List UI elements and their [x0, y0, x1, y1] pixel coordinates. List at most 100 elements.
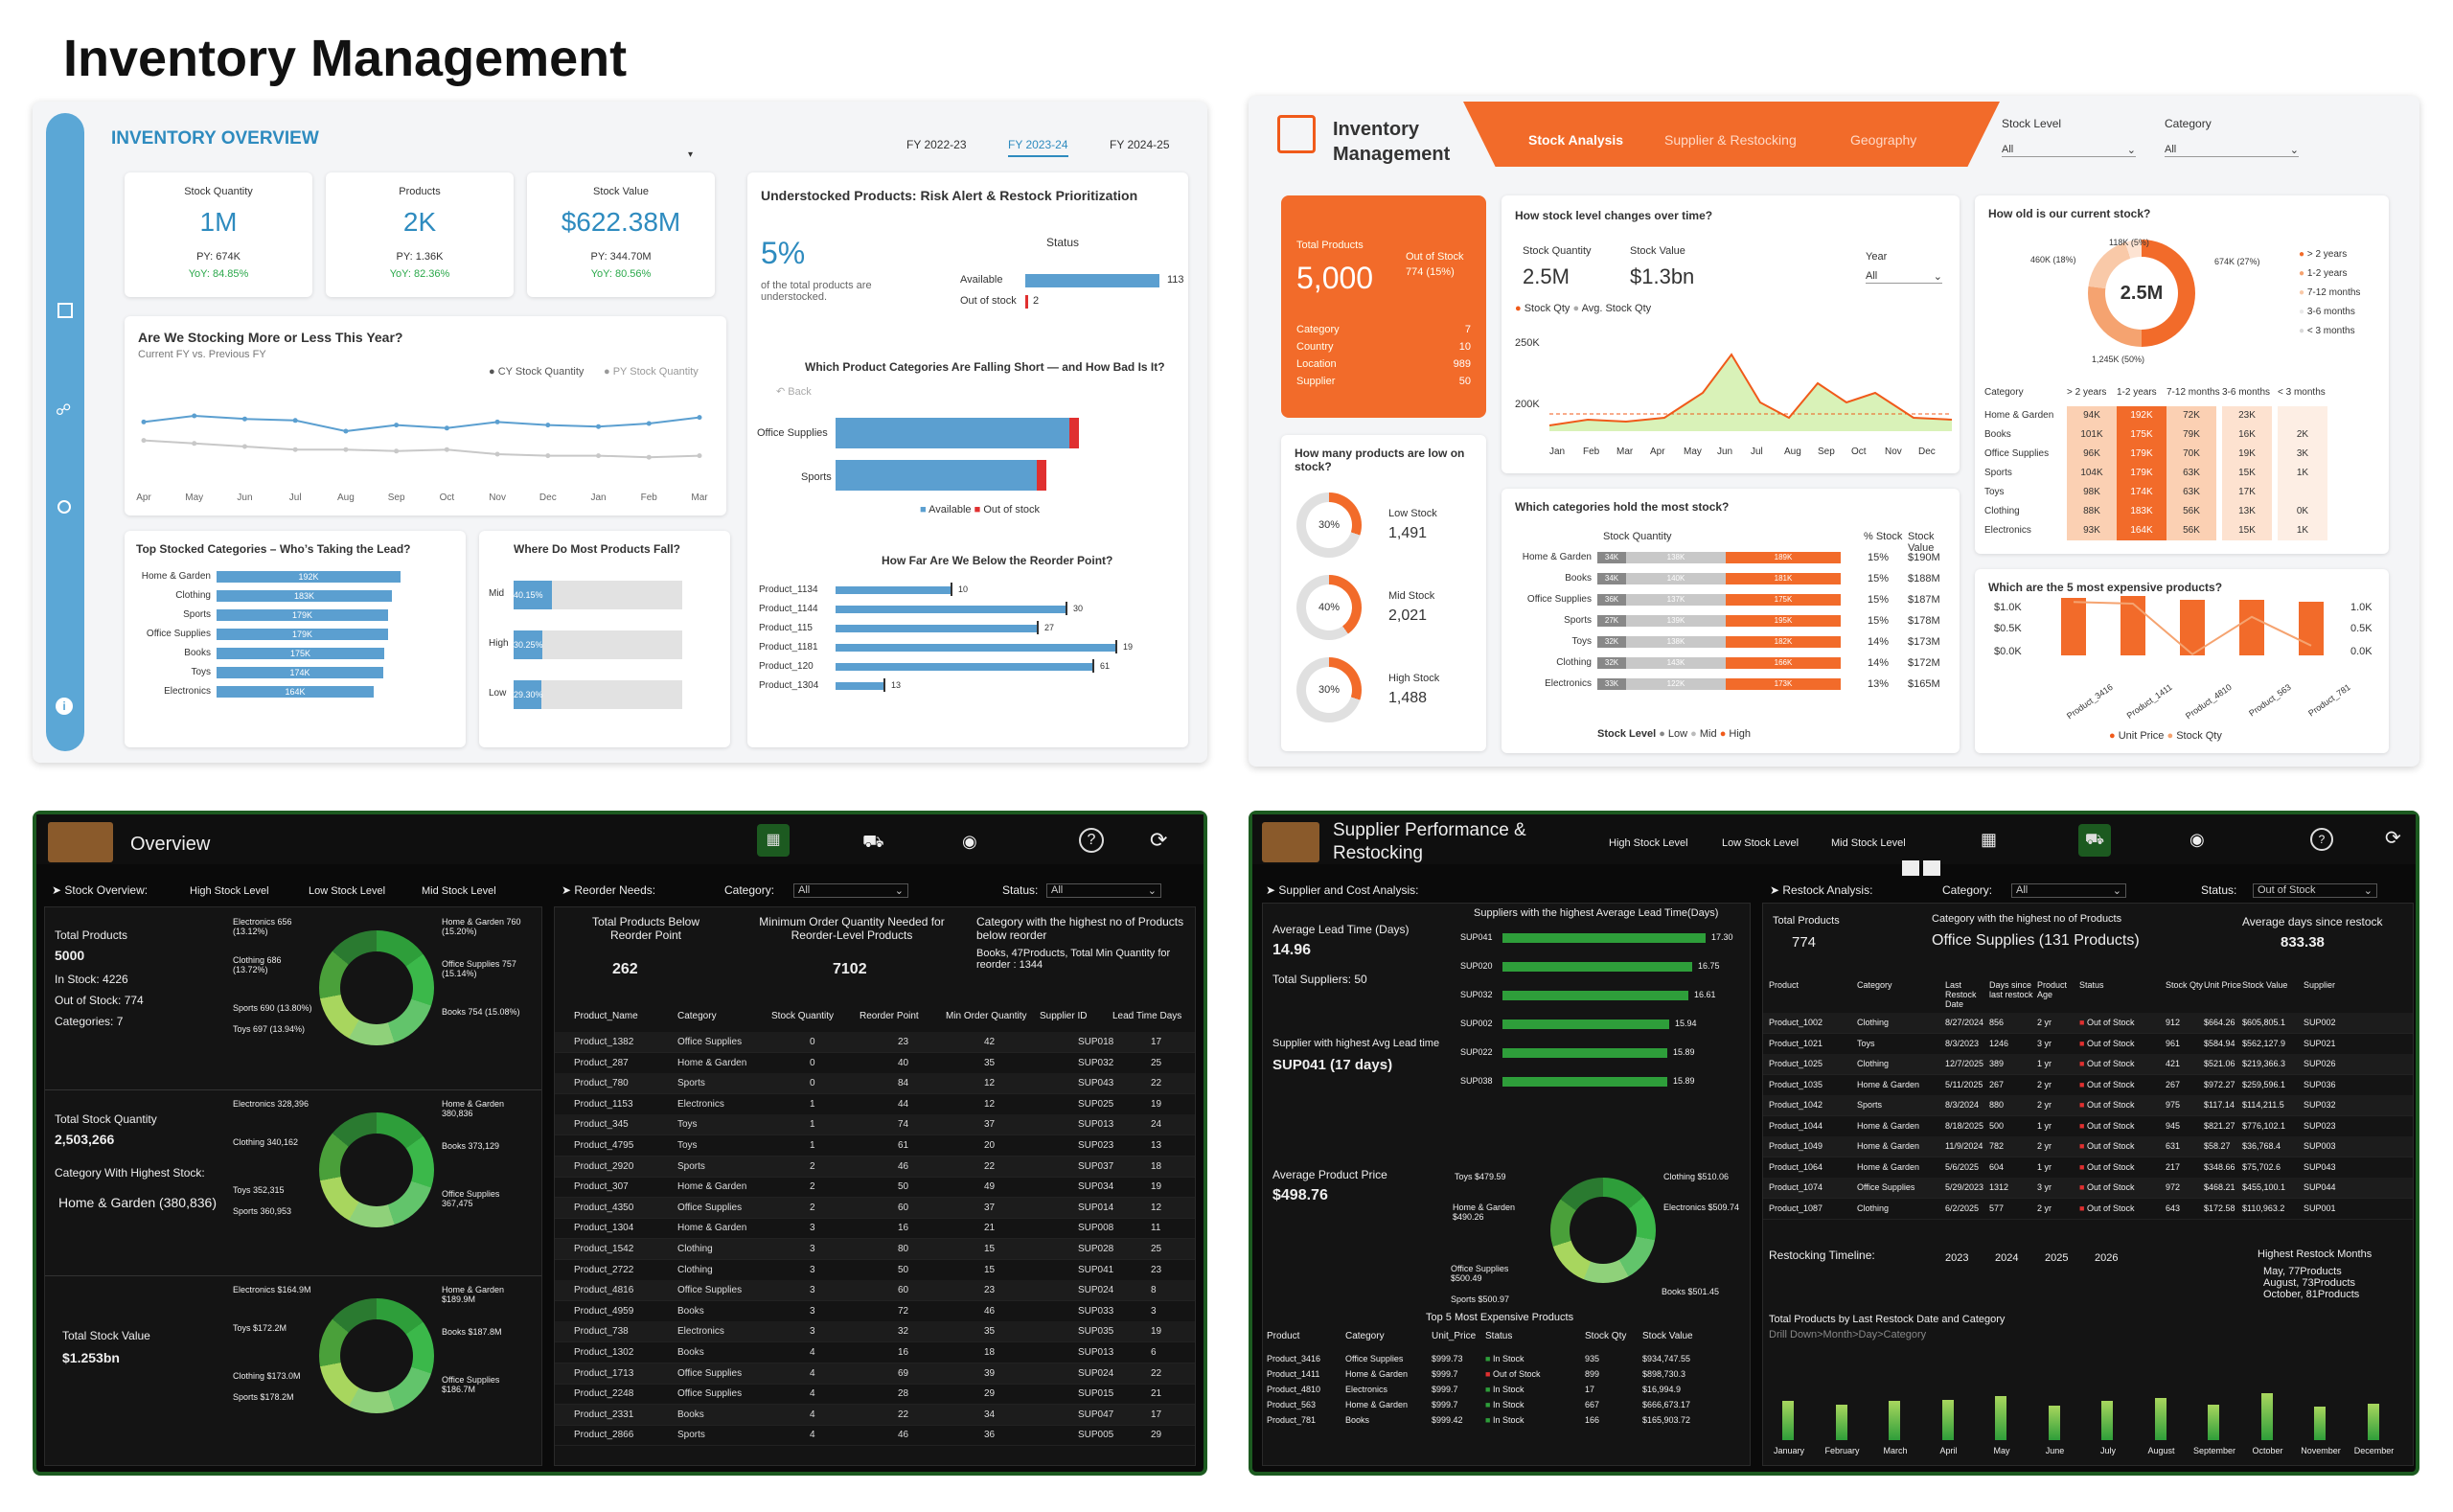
ra-col-header[interactable]: Last Restock Date [1945, 980, 1991, 1009]
age-cell[interactable]: 104K [2067, 464, 2117, 483]
age-cell[interactable]: 101K [2067, 425, 2117, 445]
top-cat-bar[interactable]: 179K [217, 609, 388, 621]
tl-year[interactable]: 2023 [1945, 1252, 1968, 1264]
age-cell[interactable]: 93K [2067, 521, 2117, 540]
tl-bar[interactable] [1941, 1400, 1954, 1440]
ra-col-header[interactable]: Category [1857, 980, 1903, 990]
trend-point[interactable] [192, 441, 197, 447]
trend-point[interactable] [494, 419, 500, 424]
p4-refresh-icon[interactable]: ⟳ [2385, 826, 2401, 850]
ra-col-header[interactable]: Days since last restock [1989, 980, 2035, 999]
user-icon[interactable] [57, 500, 71, 514]
fall-bar[interactable]: 29.30% [514, 680, 543, 709]
top5-col[interactable]: Stock Qty [1585, 1331, 1626, 1341]
info-icon[interactable]: i [56, 698, 73, 715]
trend-point[interactable] [444, 447, 449, 452]
p3-status-select[interactable]: All ⌄ [1046, 883, 1161, 898]
age-cell[interactable]: 13K [2222, 502, 2272, 521]
cat-mid[interactable]: 143K [1626, 657, 1726, 669]
tl-bar[interactable] [2048, 1406, 2060, 1440]
globe-icon[interactable]: ◉ [962, 832, 977, 852]
help-icon[interactable]: ? [1079, 828, 1104, 853]
falling-bar-1[interactable] [836, 460, 1046, 491]
fy-tab-2022[interactable]: FY 2022-23 [906, 138, 967, 151]
top-cat-bar[interactable]: 164K [217, 686, 374, 698]
tab-supplier[interactable]: Supplier & Restocking [1664, 132, 1797, 148]
tl-bar[interactable] [2154, 1398, 2166, 1440]
age-cell[interactable]: 164K [2117, 521, 2166, 540]
top-cat-bar[interactable]: 183K [217, 590, 392, 602]
age-cell[interactable]: 63K [2166, 483, 2216, 502]
cat-low[interactable]: 27K [1597, 615, 1626, 627]
trend-point[interactable] [394, 423, 400, 428]
age-cell[interactable]: 174K [2117, 483, 2166, 502]
tab-stock-analysis[interactable]: Stock Analysis [1528, 132, 1623, 148]
reorder-bar[interactable] [836, 682, 883, 690]
ra-col-header[interactable]: Product [1769, 980, 1815, 990]
age-cell[interactable]: 16K [2222, 425, 2272, 445]
fall-bar[interactable]: 40.15% [514, 581, 552, 609]
cat-low[interactable]: 33K [1597, 678, 1626, 690]
cat-mid[interactable]: 137K [1626, 594, 1726, 606]
ra-col-header[interactable]: Stock Value [2242, 980, 2288, 990]
tl-bar[interactable] [2101, 1401, 2113, 1440]
age-cell[interactable]: 1K [2278, 464, 2327, 483]
filter-icon[interactable]: ▾ [688, 149, 693, 160]
cart-icon[interactable]: ☍ [56, 401, 71, 420]
sup-bar[interactable] [1502, 1019, 1669, 1029]
trend-point[interactable] [192, 413, 197, 419]
trend-point[interactable] [141, 438, 147, 444]
p4-help-icon[interactable]: ? [2310, 828, 2333, 851]
year-select[interactable]: All ⌄ [1866, 270, 1942, 284]
cat-mid[interactable]: 138K [1626, 552, 1726, 563]
tl-bar[interactable] [1835, 1404, 1847, 1440]
sup-bar[interactable] [1502, 1077, 1667, 1087]
age-cell[interactable]: 183K [2117, 502, 2166, 521]
age-cell[interactable]: 192K [2117, 406, 2166, 425]
cat-mid[interactable]: 122K [1626, 678, 1726, 690]
reorder-bar[interactable] [836, 663, 1092, 671]
age-cell[interactable]: 79K [2166, 425, 2216, 445]
ra-col-header[interactable]: Status [2079, 980, 2125, 990]
top5-col[interactable]: Unit_Price [1432, 1331, 1476, 1341]
fy-tab-2024[interactable]: FY 2024-25 [1110, 138, 1170, 151]
age-cell[interactable]: 63K [2166, 464, 2216, 483]
p3-col-header[interactable]: Reorder Point [860, 1011, 919, 1021]
ra-cat-select[interactable]: All ⌄ [2011, 883, 2126, 898]
age-cell[interactable]: 15K [2222, 521, 2272, 540]
reorder-bar[interactable] [836, 586, 951, 594]
cat-mid[interactable]: 138K [1626, 636, 1726, 648]
filter-stock-level[interactable]: All ⌄ [2002, 144, 2136, 157]
top-cat-bar[interactable]: 192K [217, 571, 401, 583]
trend-point[interactable] [646, 454, 652, 460]
ra-col-header[interactable]: Supplier [2304, 980, 2350, 990]
cat-high[interactable]: 175K [1726, 594, 1841, 606]
trend-point[interactable] [697, 453, 702, 459]
age-cell[interactable]: 56K [2166, 502, 2216, 521]
p3-col-header[interactable]: Product_Name [574, 1011, 638, 1021]
tab-geography[interactable]: Geography [1850, 132, 1916, 148]
trend-point[interactable] [545, 453, 551, 459]
p4-chart-icon[interactable]: ▦ [1981, 830, 1997, 850]
reorder-bar[interactable] [836, 644, 1115, 652]
reorder-bar[interactable] [836, 606, 1066, 613]
cat-high[interactable]: 195K [1726, 615, 1841, 627]
cat-mid[interactable]: 140K [1626, 573, 1726, 584]
p4-tab-low[interactable]: Low Stock Level [1722, 837, 1799, 849]
age-cell[interactable]: 179K [2117, 464, 2166, 483]
tl-year[interactable]: 2024 [1995, 1252, 2018, 1264]
tl-bar[interactable] [2260, 1393, 2273, 1440]
p3-tab-mid[interactable]: Mid Stock Level [422, 885, 496, 897]
refresh-icon[interactable]: ⟳ [1150, 828, 1167, 853]
age-cell[interactable]: 175K [2117, 425, 2166, 445]
trend-point[interactable] [646, 421, 652, 426]
reorder-bar[interactable] [836, 625, 1037, 632]
cat-high[interactable]: 181K [1726, 573, 1841, 584]
trend-point[interactable] [545, 423, 551, 428]
p3-tab-high[interactable]: High Stock Level [190, 885, 269, 897]
age-cell[interactable]: 72K [2166, 406, 2216, 425]
trend-point[interactable] [697, 415, 702, 421]
cat-mid[interactable]: 139K [1626, 615, 1726, 627]
cat-low[interactable]: 34K [1597, 573, 1626, 584]
p3-col-header[interactable]: Lead Time Days [1112, 1011, 1181, 1021]
